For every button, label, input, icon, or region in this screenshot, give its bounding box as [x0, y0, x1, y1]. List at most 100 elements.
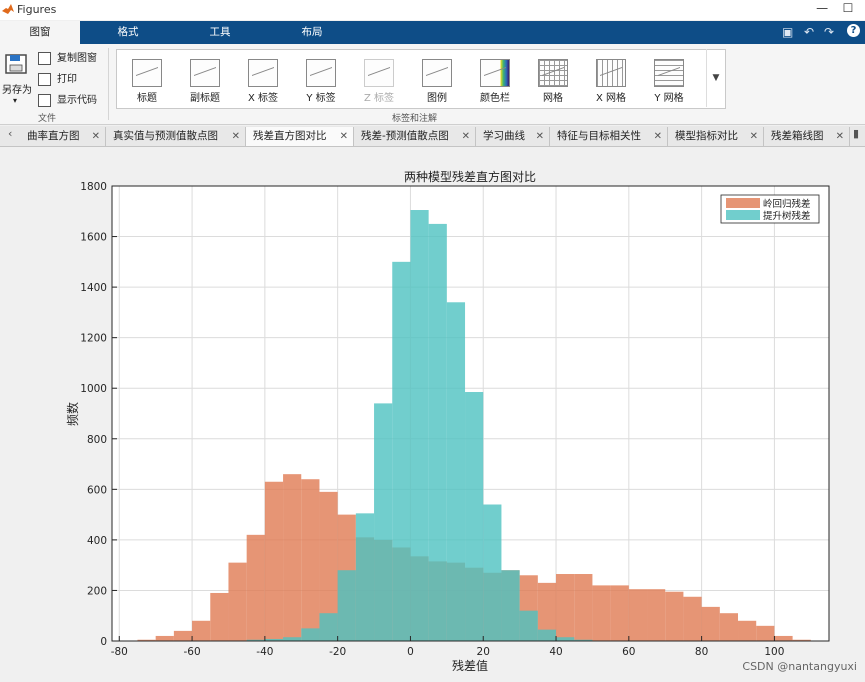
ridge-residual-bar [719, 613, 739, 641]
y-tick-label: 1200 [80, 333, 107, 345]
zlabel-button[interactable]: Z 标签 [353, 53, 405, 104]
close-icon[interactable]: ✕ [92, 127, 100, 146]
legend-icon [422, 59, 452, 87]
tab-tools[interactable]: 工具 [180, 21, 260, 44]
doc-tab-feature-corr[interactable]: 特征与目标相关性 ✕ [550, 127, 668, 146]
close-icon[interactable]: ✕ [232, 127, 240, 146]
close-icon[interactable]: ✕ [654, 127, 662, 146]
window-title: Figures [17, 3, 57, 16]
ygrid-icon [654, 59, 684, 87]
close-icon[interactable]: ✕ [836, 127, 844, 146]
x-tick-label: 80 [695, 646, 708, 658]
legend-swatch-boost [726, 210, 760, 220]
maximize-button[interactable]: ☐ [837, 1, 859, 15]
boost-residual-bar [537, 629, 557, 641]
annotation-group-label: 标签和注解 [392, 114, 438, 124]
doc-tab-learning-curve[interactable]: 学习曲线 ✕ [476, 127, 550, 146]
boost-residual-bar [556, 637, 575, 641]
show-code-checkbox[interactable]: 显示代码 [38, 93, 97, 109]
file-group-label: 文件 [38, 114, 57, 124]
close-icon[interactable]: ✕ [340, 127, 348, 146]
xgrid-button[interactable]: X 网格 [585, 53, 637, 104]
file-group: 另存为 ▾ 复制图窗 打印 显示代码 文件 [0, 44, 106, 124]
legend-swatch-ridge [726, 198, 760, 208]
boost-residual-bar [465, 392, 484, 641]
ridge-residual-bar [173, 630, 193, 641]
doc-tab-residual-hist[interactable]: 残差直方图对比 ✕ [246, 127, 354, 146]
tab-figure[interactable]: 图窗 [0, 21, 80, 44]
ribbon-toolstrip: 另存为 ▾ 复制图窗 打印 显示代码 文件 标题 副标题 X 标签 Y 标签 Z… [0, 44, 865, 125]
save-as-icon [5, 54, 27, 74]
ygrid-button-label: Y 网格 [654, 93, 684, 104]
residual-histogram-chart: -80 -60 -40 -20 0 20 40 60 80 1000200400600800100… [65, 169, 830, 673]
figure-tab-bar: ‹ 曲率直方图 ✕ 真实值与预测值散点图 ✕ 残差直方图对比 ✕ 残差-预测值散点图 ✕… [0, 126, 865, 147]
legend[interactable]: 岭回归残差 提升树残差 [720, 194, 820, 224]
redo-icon[interactable]: ↷ [824, 25, 834, 39]
checkbox-icon [38, 93, 51, 107]
doc-tab-label: 曲率直方图 [27, 130, 80, 142]
matlab-logo-icon [2, 4, 14, 14]
title-button[interactable]: 标题 [121, 53, 173, 104]
doc-tab-label: 学习曲线 [483, 130, 525, 142]
doc-tab-label: 残差-预测值散点图 [361, 130, 449, 142]
xgrid-icon [596, 59, 626, 87]
legend-button-label: 图例 [427, 93, 447, 104]
print-button[interactable]: 打印 [38, 72, 77, 88]
x-tick-label: -80 [111, 646, 128, 658]
save-as-label: 另存为 [2, 85, 32, 96]
ridge-residual-bar [155, 635, 174, 641]
ridge-residual-bar [228, 562, 247, 641]
colorbar-button[interactable]: 颜色栏 [469, 53, 521, 104]
tab-format[interactable]: 格式 [88, 21, 168, 44]
legend-button[interactable]: 图例 [411, 53, 463, 104]
save-icon[interactable]: ▣ [782, 25, 793, 39]
xlabel-button[interactable]: X 标签 [237, 53, 289, 104]
subtitle-button[interactable]: 副标题 [179, 53, 231, 104]
x-tick-label: 60 [622, 646, 635, 658]
tab-overflow-icon[interactable]: ▮ [853, 127, 859, 140]
boost-residual-bar [301, 628, 320, 641]
doc-tab-residual-scatter[interactable]: 残差-预测值散点图 ✕ [354, 127, 476, 146]
undo-icon[interactable]: ↶ [804, 25, 814, 39]
group-divider [108, 48, 109, 120]
ridge-residual-bar [556, 574, 575, 641]
ylabel-button[interactable]: Y 标签 [295, 53, 347, 104]
save-as-dropdown-icon[interactable]: ▾ [13, 96, 17, 105]
legend-entry-boost: 提升树残差 [763, 210, 811, 222]
legend-entry-ridge: 岭回归残差 [763, 198, 811, 210]
ridge-residual-bar [738, 620, 757, 641]
subtitle-button-label: 副标题 [190, 93, 220, 104]
close-icon[interactable]: ✕ [462, 127, 470, 146]
help-icon[interactable]: ? [847, 24, 860, 37]
ridge-residual-bar [246, 534, 265, 641]
boost-residual-bar [410, 210, 429, 641]
gallery-more-button[interactable]: ▼ [706, 49, 725, 107]
zlabel-button-label: Z 标签 [363, 93, 395, 104]
x-tick-label: -40 [256, 646, 273, 658]
x-tick-label: 40 [549, 646, 562, 658]
doc-tab-true-vs-pred[interactable]: 真实值与预测值散点图 ✕ [106, 127, 246, 146]
doc-tab-boxplot[interactable]: 残差箱线图 ✕ [764, 127, 850, 146]
doc-tab-curvature-hist[interactable]: 曲率直方图 ✕ [20, 127, 106, 146]
ridge-residual-bar [610, 585, 629, 641]
copy-figure-button[interactable]: 复制图窗 [38, 51, 97, 67]
close-icon[interactable]: ✕ [536, 127, 544, 146]
ygrid-button[interactable]: Y 网格 [643, 53, 695, 104]
grid-button[interactable]: 网格 [527, 53, 579, 104]
minimize-button[interactable]: — [811, 1, 833, 15]
boost-residual-bar [483, 504, 502, 641]
xgrid-button-label: X 网格 [595, 93, 627, 104]
y-tick-label: 200 [87, 585, 107, 597]
figure-area: -80 -60 -40 -20 0 20 40 60 80 100 0 200 400 600 800 100… [0, 147, 865, 679]
doc-tab-metrics[interactable]: 模型指标对比 ✕ [668, 127, 764, 146]
ylabel-icon [306, 59, 336, 87]
tab-layout[interactable]: 布局 [272, 21, 352, 44]
chevron-left-icon[interactable]: ‹ [8, 127, 12, 140]
ylabel-button-label: Y 标签 [306, 93, 336, 104]
close-icon[interactable]: ✕ [750, 127, 758, 146]
doc-tab-label: 模型指标对比 [675, 130, 738, 142]
ridge-residual-bar [283, 474, 302, 641]
ridge-residual-bar [264, 481, 284, 641]
doc-tab-label: 残差直方图对比 [253, 130, 327, 142]
ridge-residual-bar [774, 635, 793, 641]
